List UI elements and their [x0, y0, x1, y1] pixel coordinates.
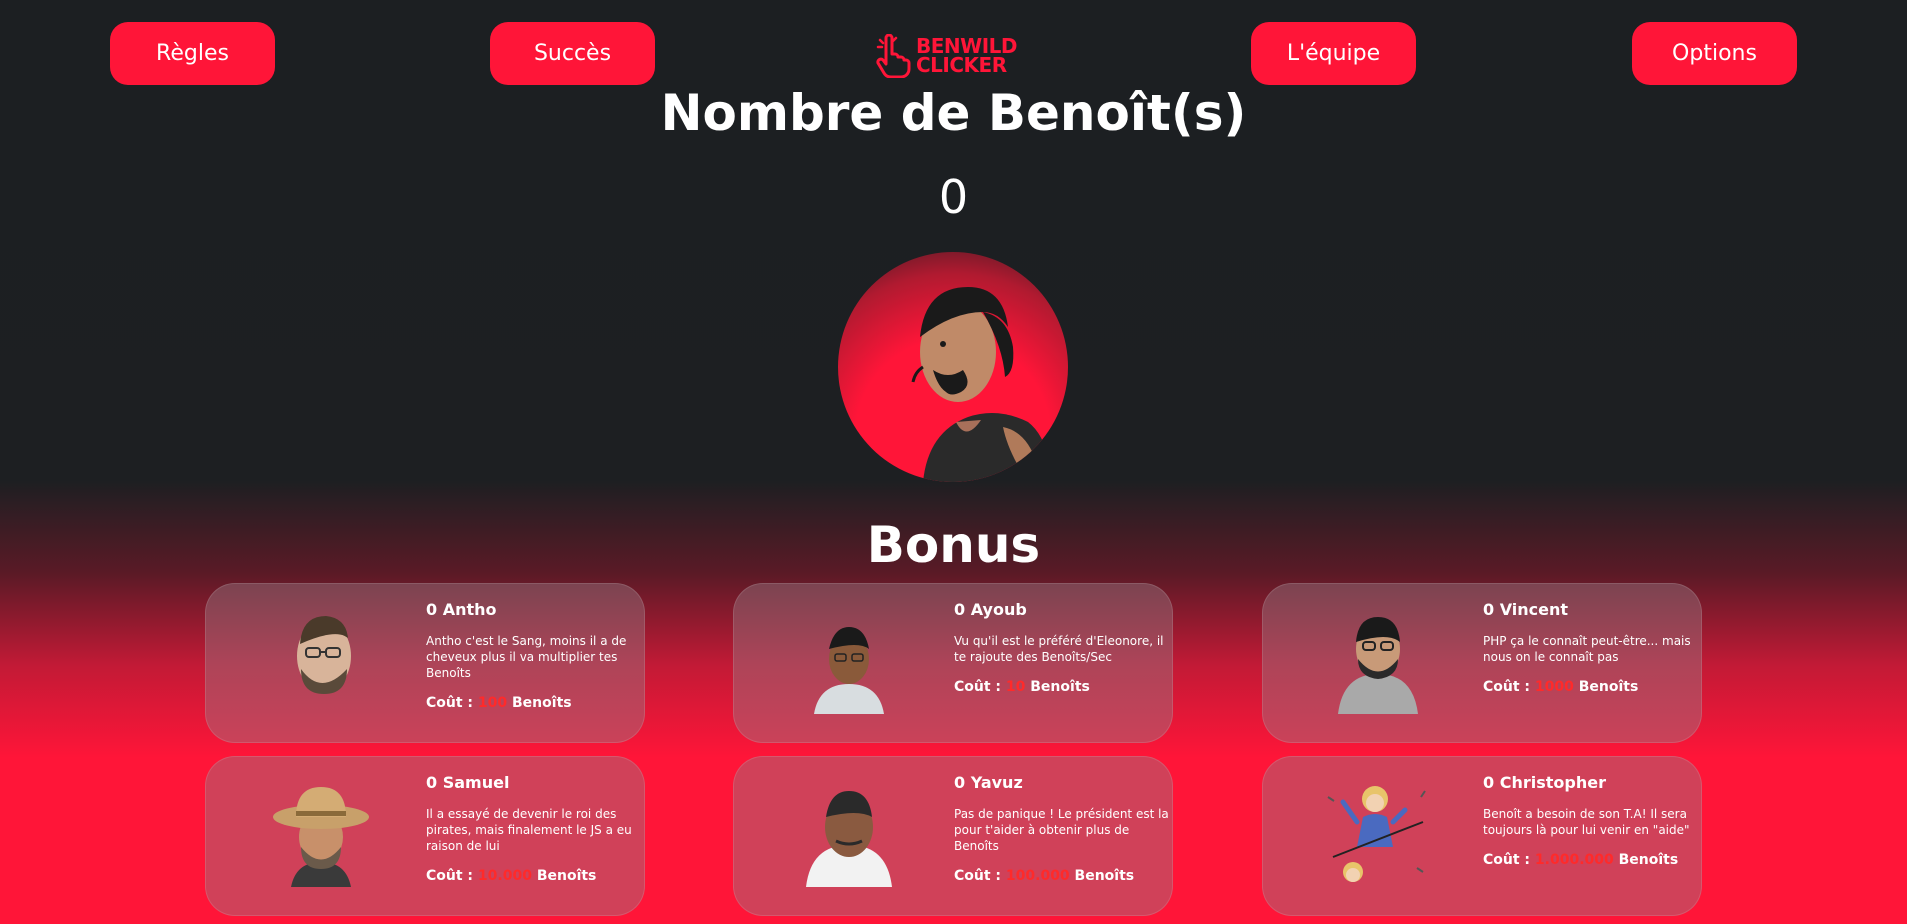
- bonus-cost: Coût : 100.000 Benoîts: [954, 868, 1169, 884]
- bonus-description: Benoît a besoin de son T.A! Il sera touj…: [1483, 807, 1690, 837]
- cost-amount: 100: [477, 695, 508, 711]
- christopher-info: 0 Christopher Benoît a besoin de son T.A…: [1483, 773, 1698, 868]
- ayoub-portrait: [814, 627, 884, 714]
- vincent-info: 0 Vincent PHP ça le connaît peut-être...…: [1483, 600, 1698, 695]
- benoit-portrait: [911, 287, 1053, 482]
- bonus-description: Vu qu'il est le préféré d'Eleonore, il t…: [954, 634, 1164, 664]
- bonus-description: PHP ça le connaît peut-être... mais nous…: [1483, 634, 1691, 664]
- bonus-card-antho[interactable]: 0 Antho Antho c'est le Sang, moins il a …: [205, 583, 645, 743]
- cost-amount: 10.000: [477, 868, 532, 884]
- bonus-name: 0 Christopher: [1483, 773, 1606, 792]
- logo-text: BENWILD CLICKER: [916, 36, 1018, 77]
- antho-portrait: [297, 616, 351, 694]
- bonus-card-samuel[interactable]: 0 Samuel Il a essayé de devenir le roi d…: [205, 756, 645, 916]
- options-button[interactable]: Options: [1632, 22, 1797, 85]
- cost-amount: 1000: [1534, 679, 1574, 695]
- bonus-cost: Coût : 10.000 Benoîts: [426, 868, 641, 884]
- bonus-cost: Coût : 1000 Benoîts: [1483, 679, 1698, 695]
- bonus-description: Il a essayé de devenir le roi des pirate…: [426, 807, 632, 853]
- cost-unit: Benoîts: [512, 695, 572, 711]
- cost-unit: Benoîts: [1578, 679, 1639, 695]
- bonus-description: Antho c'est le Sang, moins il a de cheve…: [426, 634, 627, 680]
- bonus-cost: Coût : 100 Benoîts: [426, 695, 641, 711]
- bonus-name: 0 Vincent: [1483, 600, 1569, 619]
- rules-button[interactable]: Règles: [110, 22, 275, 85]
- bonus-card-ayoub[interactable]: 0 Ayoub Vu qu'il est le préféré d'Eleono…: [733, 583, 1173, 743]
- bonus-section-title: Bonus: [866, 516, 1041, 574]
- cost-amount: 1.000.000: [1534, 852, 1614, 868]
- christopher-portrait: [1327, 786, 1426, 882]
- cost-amount: 10: [1005, 679, 1026, 695]
- cost-label: Coût :: [1483, 679, 1531, 695]
- benoit-counter: 0: [938, 170, 969, 224]
- cost-unit: Benoîts: [1030, 679, 1090, 695]
- bonus-name: 0 Ayoub: [954, 600, 1027, 619]
- bonus-card-christopher[interactable]: 0 Christopher Benoît a besoin de son T.A…: [1262, 756, 1702, 916]
- antho-info: 0 Antho Antho c'est le Sang, moins il a …: [426, 600, 641, 711]
- cost-amount: 100.000: [1005, 868, 1070, 884]
- bonus-name: 0 Samuel: [426, 773, 510, 792]
- bonus-card-yavuz[interactable]: 0 Yavuz Pas de panique ! Le président es…: [733, 756, 1173, 916]
- benoit-click-avatar[interactable]: [838, 252, 1068, 482]
- bonus-cost: Coût : 1.000.000 Benoîts: [1483, 852, 1698, 868]
- yavuz-portrait: [806, 791, 892, 887]
- bonus-cost: Coût : 10 Benoîts: [954, 679, 1169, 695]
- logo-line-2: CLICKER: [916, 53, 1007, 77]
- bonus-card-vincent[interactable]: 0 Vincent PHP ça le connaît peut-être...…: [1262, 583, 1702, 743]
- bonus-description: Pas de panique ! Le président est la pou…: [954, 807, 1169, 853]
- cost-unit: Benoîts: [1618, 852, 1679, 868]
- cost-label: Coût :: [426, 695, 474, 711]
- samuel-info: 0 Samuel Il a essayé de devenir le roi d…: [426, 773, 641, 884]
- cost-label: Coût :: [954, 868, 1002, 884]
- page-title: Nombre de Benoît(s): [660, 84, 1247, 142]
- bonus-name: 0 Yavuz: [954, 773, 1023, 792]
- success-button[interactable]: Succès: [490, 22, 655, 85]
- bonus-name: 0 Antho: [426, 600, 497, 619]
- cost-unit: Benoîts: [1074, 868, 1135, 884]
- logo: BENWILD CLICKER: [876, 32, 1022, 80]
- pointer-hand-icon: [876, 34, 911, 78]
- cost-label: Coût :: [1483, 852, 1531, 868]
- team-button[interactable]: L'équipe: [1251, 22, 1416, 85]
- cost-label: Coût :: [426, 868, 474, 884]
- yavuz-info: 0 Yavuz Pas de panique ! Le président es…: [954, 773, 1169, 884]
- samuel-portrait: [273, 787, 369, 887]
- cost-label: Coût :: [954, 679, 1002, 695]
- vincent-portrait: [1338, 617, 1418, 714]
- cost-unit: Benoîts: [536, 868, 597, 884]
- ayoub-info: 0 Ayoub Vu qu'il est le préféré d'Eleono…: [954, 600, 1169, 695]
